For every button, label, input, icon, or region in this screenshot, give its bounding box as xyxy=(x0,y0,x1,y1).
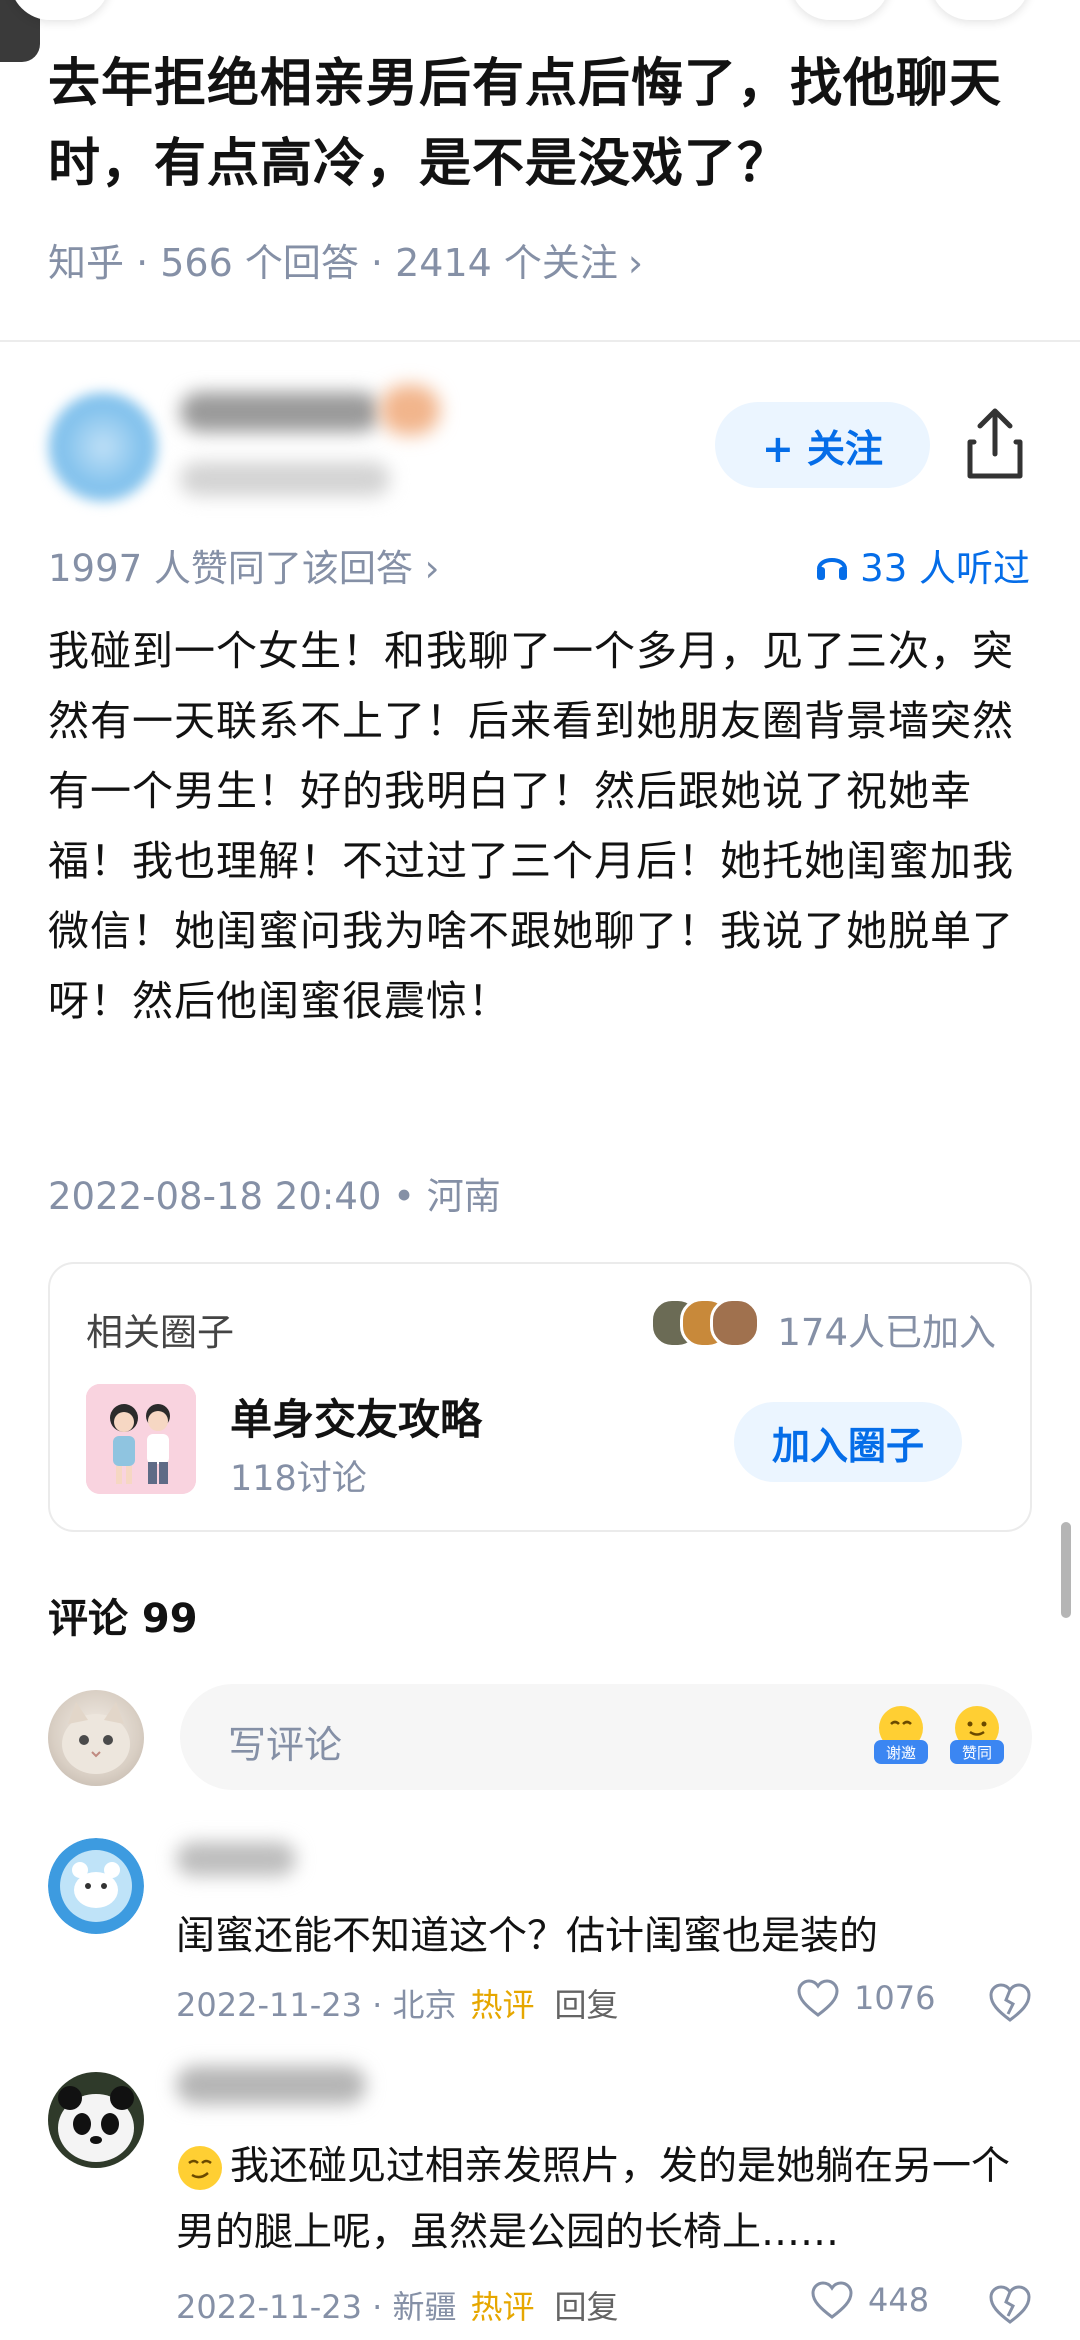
listen-count-text: 33 人听过 xyxy=(860,547,1030,590)
commenter-name-blurred[interactable] xyxy=(176,1842,296,1876)
votes-count[interactable]: 1997 人赞同了该回答 › xyxy=(48,538,439,592)
couple-illustration xyxy=(86,1384,196,1494)
panda-avatar-image xyxy=(48,2072,144,2168)
author-name-blurred[interactable] xyxy=(180,392,380,432)
thanks-invite-emoji-icon[interactable]: 谢邀 xyxy=(870,1702,932,1768)
chevron-right-icon: › xyxy=(627,241,644,285)
follow-button[interactable]: + 关注 xyxy=(715,402,930,488)
thanks-invite-label: 谢邀 xyxy=(886,1744,916,1762)
join-circle-button[interactable]: 加入圈子 xyxy=(734,1402,962,1482)
comment-date-location: 2022-11-23 · 新疆 xyxy=(176,2288,457,2326)
answer-post-meta: 2022-08-18 20:40 • 河南 xyxy=(48,1175,501,1218)
like-count: 1076 xyxy=(854,1979,936,2017)
answer-content[interactable]: 我碰到一个女生！和我聊了一个多月，见了三次，突然有一天联系不上了！后来看到她朋友… xyxy=(48,616,1038,1036)
share-icon[interactable] xyxy=(960,404,1030,484)
broken-heart-icon[interactable] xyxy=(988,1980,1032,2024)
headphones-icon xyxy=(817,558,848,580)
agree-emoji-icon[interactable]: 赞同 xyxy=(946,1702,1008,1768)
question-title[interactable]: 去年拒绝相亲男后有点后悔了，找他聊天时，有点高冷，是不是没戏了？ xyxy=(48,44,1038,204)
member-avatar xyxy=(710,1298,760,1348)
author-badge-blurred xyxy=(380,385,440,435)
my-avatar[interactable] xyxy=(48,1690,144,1786)
comment-input[interactable]: 写评论 谢邀 赞同 xyxy=(180,1684,1032,1790)
smirk-emoji-icon xyxy=(178,2146,222,2190)
comment-input-placeholder: 写评论 xyxy=(228,1723,343,1767)
comment-meta: 2022-11-23 · 新疆 热评 回复 xyxy=(176,2282,619,2328)
like-button[interactable]: 448 xyxy=(810,2280,929,2320)
commenter-avatar[interactable] xyxy=(48,1838,144,1934)
comments-title: 评论 99 xyxy=(48,1596,198,1642)
heart-icon xyxy=(797,1979,839,2017)
member-avatars xyxy=(650,1298,762,1348)
more-button[interactable] xyxy=(930,0,1030,20)
circle-thumbnail xyxy=(86,1384,196,1494)
like-count: 448 xyxy=(868,2281,930,2319)
divider xyxy=(0,340,1080,342)
cat-avatar-image xyxy=(62,1702,130,1774)
question-meta-text: 知乎 · 566 个回答 · 2414 个关注 xyxy=(48,241,618,285)
related-circle-card[interactable]: 相关圈子 174人已加入 单身交友攻略 118讨论 加入圈子 xyxy=(48,1262,1032,1532)
comment-text[interactable]: 我还碰见过相亲发照片，发的是她躺在另一个男的腿上呢，虽然是公园的长椅上…… xyxy=(176,2134,1036,2266)
broken-heart-icon[interactable] xyxy=(988,2282,1032,2326)
circle-name[interactable]: 单身交友攻略 xyxy=(230,1386,482,1447)
like-button[interactable]: 1076 xyxy=(796,1978,935,2018)
comment-meta: 2022-11-23 · 北京 热评 回复 xyxy=(176,1980,619,2026)
scrollbar[interactable] xyxy=(1061,1522,1071,1618)
question-meta[interactable]: 知乎 · 566 个回答 · 2414 个关注 › xyxy=(48,232,643,287)
reply-button[interactable]: 回复 xyxy=(555,2282,619,2328)
author-avatar[interactable] xyxy=(48,392,158,502)
search-button[interactable] xyxy=(790,0,890,20)
circle-joined-count: 174人已加入 xyxy=(777,1311,996,1354)
circle-discussion-count: 118讨论 xyxy=(230,1459,367,1499)
comment-date-location: 2022-11-23 · 北京 xyxy=(176,1986,457,2024)
reply-button[interactable]: 回复 xyxy=(555,1980,619,2026)
hot-comment-badge: 热评 xyxy=(470,2288,535,2326)
author-headline-blurred xyxy=(180,462,390,496)
comment-text[interactable]: 闺蜜还能不知道这个？估计闺蜜也是装的 xyxy=(176,1904,1036,1970)
commenter-avatar[interactable] xyxy=(48,2072,144,2168)
agree-label: 赞同 xyxy=(962,1744,992,1762)
heart-icon xyxy=(811,2281,853,2319)
circle-section-label: 相关圈子 xyxy=(86,1311,234,1354)
hot-comment-badge: 热评 xyxy=(470,1986,535,2024)
commenter-name-blurred[interactable] xyxy=(176,2066,366,2104)
bear-avatar-image xyxy=(48,1838,144,1934)
listen-count[interactable]: 33 人听过 xyxy=(814,538,1030,592)
